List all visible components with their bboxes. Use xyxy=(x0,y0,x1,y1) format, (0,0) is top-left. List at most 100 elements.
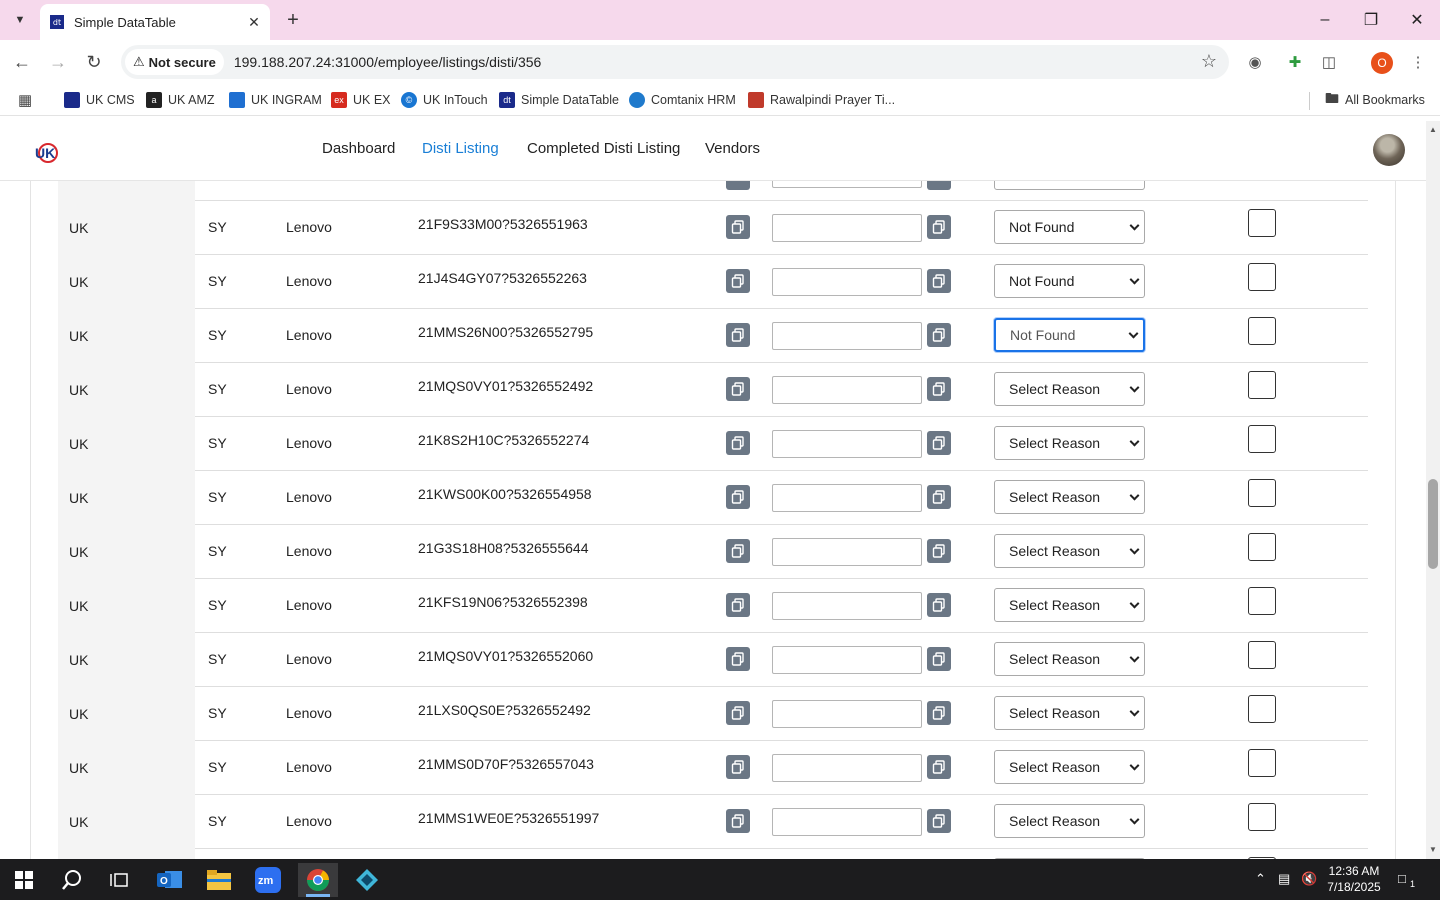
value-input[interactable] xyxy=(772,808,922,836)
zoom-icon[interactable]: zm xyxy=(248,863,288,897)
reload-icon[interactable]: ↻ xyxy=(80,48,108,76)
copy-sku-icon[interactable] xyxy=(726,755,750,779)
value-input[interactable] xyxy=(772,376,922,404)
bookmark-uk-amz[interactable]: a UK AMZ xyxy=(146,90,215,110)
copy-value-icon[interactable] xyxy=(927,593,951,617)
copy-value-icon[interactable] xyxy=(927,377,951,401)
bookmark-star-icon[interactable]: ☆ xyxy=(1201,51,1217,72)
value-input[interactable] xyxy=(772,484,922,512)
value-input[interactable] xyxy=(772,592,922,620)
value-input[interactable] xyxy=(772,430,922,458)
start-icon[interactable] xyxy=(4,863,44,897)
bookmark-uk-intouch[interactable]: © UK InTouch xyxy=(401,90,488,110)
copy-icon[interactable] xyxy=(726,181,750,190)
volume-muted-icon[interactable]: 🔇 xyxy=(1301,871,1317,887)
outlook-icon[interactable]: O xyxy=(150,863,190,897)
copy-sku-icon[interactable] xyxy=(726,215,750,239)
system-clock[interactable]: 12:36 AM 7/18/2025 xyxy=(1322,863,1386,895)
translate-icon[interactable]: ◉ xyxy=(1243,50,1267,74)
copy-value-icon[interactable] xyxy=(927,809,951,833)
reason-select[interactable]: Select Reason xyxy=(994,588,1145,622)
search-icon[interactable] xyxy=(52,863,92,897)
reason-select[interactable]: Select Reason xyxy=(994,480,1145,514)
row-checkbox[interactable] xyxy=(1248,641,1276,669)
row-checkbox[interactable] xyxy=(1248,803,1276,831)
user-avatar[interactable] xyxy=(1373,134,1405,166)
copy-sku-icon[interactable] xyxy=(726,647,750,671)
value-input[interactable] xyxy=(772,646,922,674)
copy-sku-icon[interactable] xyxy=(726,539,750,563)
reason-select[interactable]: Select Reason xyxy=(994,642,1145,676)
copy-value-icon[interactable] xyxy=(927,701,951,725)
copy-sku-icon[interactable] xyxy=(726,323,750,347)
scroll-up-icon[interactable]: ▲ xyxy=(1429,125,1437,134)
reason-select[interactable]: Select Reason xyxy=(994,372,1145,406)
reason-select[interactable]: Select Reason xyxy=(994,804,1145,838)
nav-dashboard[interactable]: Dashboard xyxy=(322,140,395,157)
minimize-icon[interactable]: – xyxy=(1305,6,1345,34)
notifications-icon[interactable]: □ xyxy=(1398,871,1406,886)
copy-sku-icon[interactable] xyxy=(726,593,750,617)
copy-sku-icon[interactable] xyxy=(726,377,750,401)
copy-value-icon[interactable] xyxy=(927,269,951,293)
value-input[interactable] xyxy=(772,754,922,782)
browser-tab[interactable]: dt Simple DataTable ✕ xyxy=(40,4,270,40)
copy-value-icon[interactable] xyxy=(927,485,951,509)
value-input[interactable] xyxy=(772,181,922,188)
row-checkbox[interactable] xyxy=(1248,209,1276,237)
nav-vendors[interactable]: Vendors xyxy=(705,140,760,157)
browser-menu-icon[interactable]: ⋮ xyxy=(1406,50,1430,74)
value-input[interactable] xyxy=(772,214,922,242)
row-checkbox[interactable] xyxy=(1248,749,1276,777)
value-input[interactable] xyxy=(772,322,922,350)
apps-grid-icon[interactable]: ▦ xyxy=(18,90,32,110)
row-checkbox[interactable] xyxy=(1248,425,1276,453)
row-checkbox[interactable] xyxy=(1248,371,1276,399)
bookmark-simple-datatable[interactable]: dt Simple DataTable xyxy=(499,90,619,110)
close-tab-icon[interactable]: ✕ xyxy=(244,12,264,32)
scroll-thumb[interactable] xyxy=(1428,479,1438,569)
extensions-puzzle-icon[interactable]: ◫ xyxy=(1317,50,1341,74)
extension-plus-icon[interactable]: ✚ xyxy=(1283,50,1307,74)
close-window-icon[interactable]: ✕ xyxy=(1397,6,1437,34)
uk-logo-icon[interactable]: UK xyxy=(33,139,59,165)
restore-icon[interactable]: ❐ xyxy=(1351,6,1391,34)
row-checkbox[interactable] xyxy=(1248,695,1276,723)
nav-completed-disti-listing[interactable]: Completed Disti Listing xyxy=(527,140,680,157)
row-checkbox[interactable] xyxy=(1248,263,1276,291)
row-checkbox[interactable] xyxy=(1248,479,1276,507)
copy-value-icon[interactable] xyxy=(927,431,951,455)
page-scrollbar[interactable]: ▲ ▼ xyxy=(1426,121,1440,859)
chrome-icon[interactable] xyxy=(298,863,338,897)
address-bar[interactable]: ⚠ Not secure 199.188.207.24:31000/employ… xyxy=(121,45,1229,79)
copy-value-icon[interactable] xyxy=(927,323,951,347)
copy-value-icon[interactable] xyxy=(927,755,951,779)
copy-value-icon[interactable] xyxy=(927,539,951,563)
bookmark-comtanix-hrm[interactable]: Comtanix HRM xyxy=(629,90,736,110)
row-checkbox[interactable] xyxy=(1248,587,1276,615)
reason-select[interactable] xyxy=(994,181,1145,190)
value-input[interactable] xyxy=(772,538,922,566)
task-view-icon[interactable] xyxy=(100,863,140,897)
row-checkbox[interactable] xyxy=(1248,317,1276,345)
profile-avatar[interactable]: O xyxy=(1371,52,1393,74)
bookmark-uk-ex[interactable]: ex UK EX xyxy=(331,90,391,110)
copy-icon[interactable] xyxy=(927,181,951,190)
all-bookmarks-folder[interactable]: 🖿 All Bookmarks xyxy=(1325,90,1425,110)
scroll-down-icon[interactable]: ▼ xyxy=(1429,845,1437,854)
reason-select[interactable]: Select Reason xyxy=(994,534,1145,568)
bookmark-rawalpindi-prayer[interactable]: Rawalpindi Prayer Ti... xyxy=(748,90,895,110)
security-chip[interactable]: ⚠ Not secure xyxy=(125,49,224,75)
new-tab-icon[interactable]: + xyxy=(281,8,305,32)
copy-sku-icon[interactable] xyxy=(726,485,750,509)
forward-icon[interactable]: → xyxy=(44,48,72,76)
file-explorer-icon[interactable] xyxy=(199,863,239,897)
bookmark-uk-ingram[interactable]: UK INGRAM xyxy=(229,90,322,110)
value-input[interactable] xyxy=(772,268,922,296)
back-icon[interactable]: ← xyxy=(8,48,36,76)
network-icon[interactable]: ▤ xyxy=(1278,871,1290,887)
bookmark-uk-cms[interactable]: UK CMS xyxy=(64,90,135,110)
copy-value-icon[interactable] xyxy=(927,215,951,239)
reason-select[interactable]: Not Found xyxy=(994,264,1145,298)
reason-select[interactable]: Select Reason xyxy=(994,750,1145,784)
